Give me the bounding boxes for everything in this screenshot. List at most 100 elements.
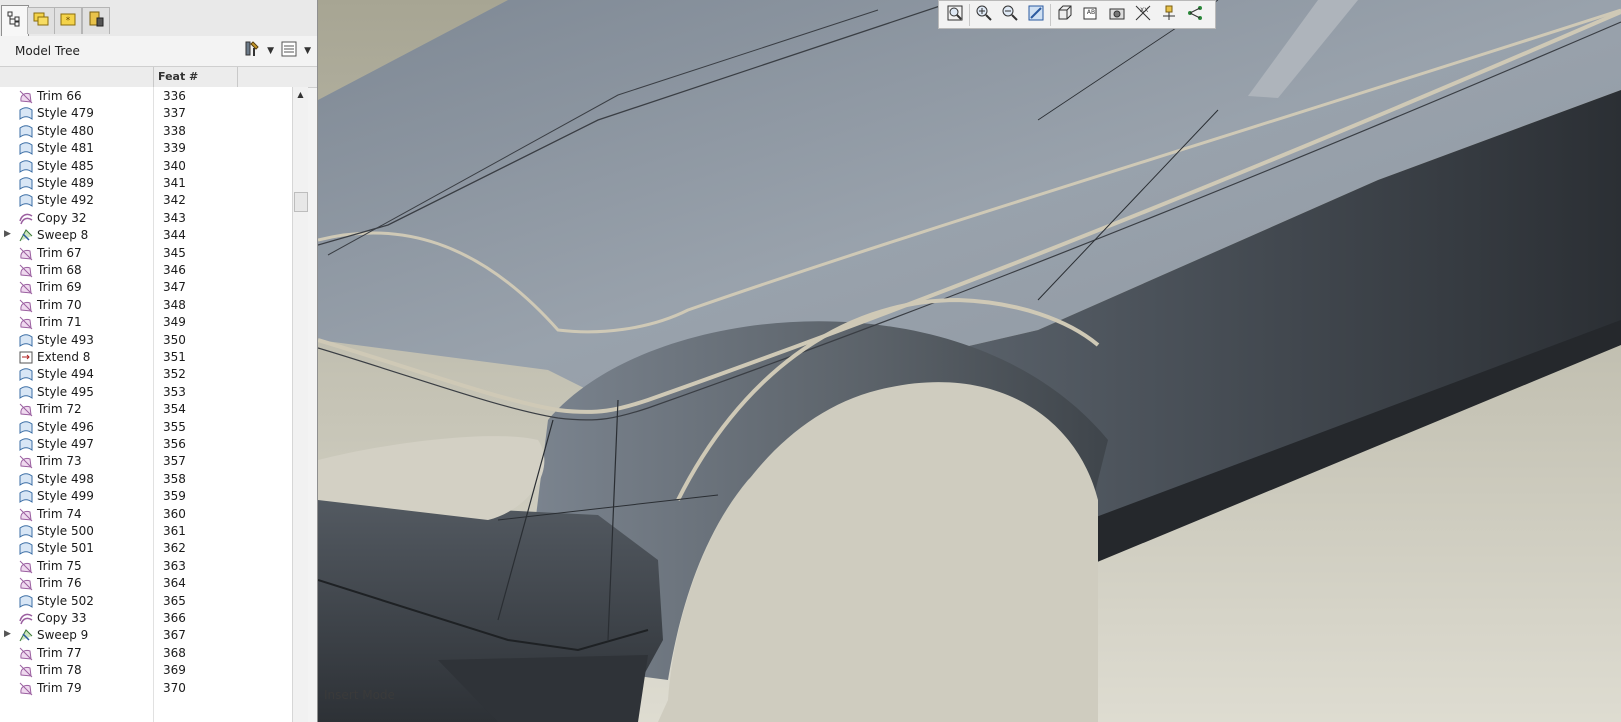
tree-row[interactable]: ▶ Sweep 9 367	[0, 627, 302, 644]
feature-name: Trim 66	[37, 89, 82, 103]
feature-name: Style 479	[37, 106, 94, 121]
tab-folder-browser[interactable]	[27, 7, 55, 34]
tree-row[interactable]: Trim 67 345	[0, 245, 302, 262]
zoom-in-button[interactable]	[972, 4, 996, 26]
tree-row[interactable]: Copy 32 343	[0, 210, 302, 227]
tree-row[interactable]: Trim 74 360	[0, 506, 302, 523]
zoom-out-icon	[1001, 4, 1019, 26]
tree-row[interactable]: Trim 69 347	[0, 279, 302, 296]
style-icon	[18, 420, 34, 435]
toolbar-separator	[969, 3, 970, 26]
feature-number: 355	[163, 419, 186, 434]
model-tree-icon	[7, 11, 23, 31]
tree-row[interactable]: Style 480 338	[0, 123, 302, 140]
tree-row[interactable]: Style 494 352	[0, 366, 302, 383]
tree-row[interactable]: Trim 72 354	[0, 401, 302, 418]
feature-name: Trim 67	[37, 245, 82, 260]
trim-icon	[18, 315, 34, 330]
tree-row[interactable]: Style 499 359	[0, 488, 302, 505]
spin-center-button[interactable]	[1157, 4, 1181, 26]
trim-icon	[18, 681, 34, 696]
settings-button[interactable]	[241, 40, 263, 62]
tree-row[interactable]: Style 502 365	[0, 593, 302, 610]
view-manager-button[interactable]	[1105, 4, 1129, 26]
tab-favorites[interactable]: *	[54, 7, 82, 34]
tree-row[interactable]: Style 479 337	[0, 105, 302, 122]
tree-row[interactable]: Trim 78 369	[0, 662, 302, 679]
tree-row[interactable]: Style 497 356	[0, 436, 302, 453]
feature-number: 358	[163, 471, 186, 486]
tree-row[interactable]: Copy 33 366	[0, 610, 302, 627]
tree-row[interactable]: Trim 79 370	[0, 680, 302, 697]
copy-icon	[18, 211, 34, 226]
tree-row[interactable]: Trim 70 348	[0, 297, 302, 314]
tree-row[interactable]: Style 489 341	[0, 175, 302, 192]
style-icon	[18, 333, 34, 348]
feature-name: Copy 33	[37, 611, 87, 625]
tab-layers[interactable]	[82, 7, 110, 34]
zoom-in-icon	[975, 4, 993, 26]
saved-orientations-button[interactable]: AB	[1079, 4, 1103, 26]
tree-row[interactable]: Trim 75 363	[0, 558, 302, 575]
datum-display-button[interactable]: XX	[1131, 4, 1155, 26]
style-icon	[18, 193, 34, 208]
feature-name: Style 493	[37, 332, 94, 347]
tree-row[interactable]: Style 492 342	[0, 192, 302, 209]
feature-number: 346	[163, 263, 186, 277]
trim-icon	[18, 663, 34, 678]
column-divider	[153, 87, 154, 722]
svg-text:AB: AB	[1087, 9, 1095, 16]
tree-row[interactable]: Style 485 340	[0, 158, 302, 175]
feature-name: Trim 71	[37, 315, 82, 330]
tree-row[interactable]: Trim 68 346	[0, 262, 302, 279]
annotation-display-button[interactable]	[1183, 4, 1207, 26]
feature-number: 349	[163, 315, 186, 330]
copy-icon	[18, 611, 34, 626]
tree-row[interactable]: Style 498 358	[0, 471, 302, 488]
column-divider[interactable]	[237, 67, 238, 87]
tree-row[interactable]: Style 493 350	[0, 332, 302, 349]
tree-row[interactable]: Style 501 362	[0, 540, 302, 557]
tree-row[interactable]: Extend 8 351	[0, 349, 302, 366]
tab-model-tree[interactable]	[1, 5, 29, 36]
sweep-icon	[18, 628, 34, 643]
tree-row[interactable]: Trim 66 336	[0, 88, 302, 105]
expand-arrow-icon[interactable]: ▶	[4, 229, 12, 239]
tree-row[interactable]: Style 496 355	[0, 419, 302, 436]
tree-row[interactable]: Style 495 353	[0, 384, 302, 401]
scroll-up-arrow-icon[interactable]: ▲	[293, 87, 308, 102]
display-style-button[interactable]	[1053, 4, 1077, 26]
show-button[interactable]	[278, 40, 300, 62]
refit-button[interactable]	[943, 4, 967, 26]
tree-row[interactable]: Trim 77 368	[0, 645, 302, 662]
feature-name: Style 497	[37, 437, 94, 451]
chevron-down-icon[interactable]: ▼	[304, 46, 311, 56]
feature-number: 347	[163, 280, 186, 295]
tree-row[interactable]: Trim 71 349	[0, 314, 302, 331]
feature-number: 362	[163, 541, 186, 556]
tree-row[interactable]: Trim 73 357	[0, 453, 302, 470]
tree-row[interactable]: Style 500 361	[0, 523, 302, 540]
tree-row[interactable]: ▶ Sweep 8 344	[0, 227, 302, 244]
tree-row[interactable]: Trim 76 364	[0, 575, 302, 592]
repaint-icon	[1027, 4, 1045, 26]
zoom-out-button[interactable]	[998, 4, 1022, 26]
model-tree-title: Model Tree	[15, 44, 80, 58]
model-tree-list: Trim 66 336 Style 479 337 Style 480 338 Style …	[0, 87, 302, 722]
column-divider[interactable]	[153, 67, 154, 87]
expand-arrow-icon[interactable]: ▶	[4, 629, 12, 639]
tree-scrollbar[interactable]: ▲	[292, 87, 308, 722]
feature-name: Trim 79	[37, 680, 82, 695]
layer-icon	[87, 10, 105, 32]
repaint-button[interactable]	[1024, 4, 1048, 26]
feature-name: Copy 32	[37, 210, 87, 225]
chevron-down-icon[interactable]: ▼	[267, 46, 274, 56]
style-icon	[18, 106, 34, 121]
tree-row[interactable]: Style 481 339	[0, 140, 302, 157]
style-icon	[18, 159, 34, 174]
scroll-thumb[interactable]	[294, 192, 308, 212]
column-feat-number[interactable]: Feat #	[158, 70, 198, 83]
graphics-viewport[interactable]: AB XX Insert Mode	[318, 0, 1621, 722]
display-style-icon	[1056, 4, 1074, 26]
feature-number: 363	[163, 558, 186, 573]
